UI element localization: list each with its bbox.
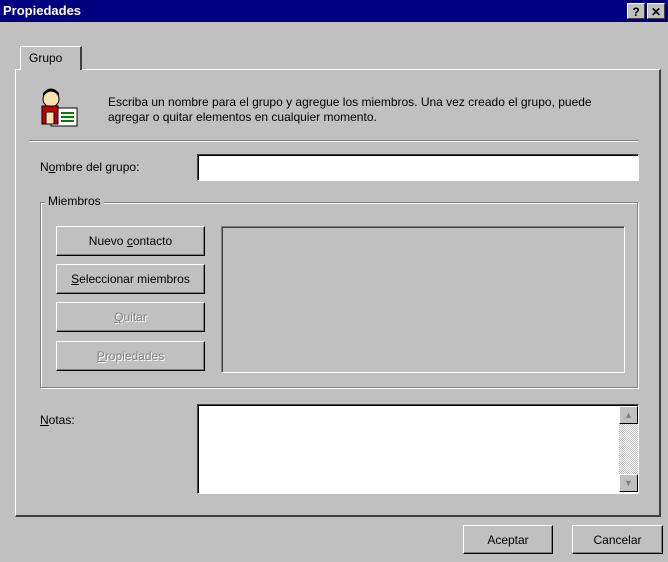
notes-scrollbar[interactable]: ▲ ▼ — [619, 406, 638, 492]
new-contact-button[interactable]: Nuevo contacto — [56, 226, 205, 256]
group-name-label: Nombre del grupo: — [40, 160, 140, 174]
group-name-input[interactable] — [197, 154, 639, 181]
tab-grupo[interactable]: Grupo — [20, 46, 82, 70]
cancel-button[interactable]: Cancelar — [572, 525, 663, 554]
separator — [29, 140, 639, 142]
members-list[interactable] — [221, 226, 625, 373]
intro-text: Escriba un nombre para el grupo y agregu… — [108, 95, 592, 124]
member-properties-button[interactable]: Propiedades — [56, 341, 205, 371]
scroll-up-icon[interactable]: ▲ — [619, 406, 638, 424]
ok-button[interactable]: Aceptar — [463, 525, 553, 554]
window-title: Propiedades — [3, 3, 82, 18]
close-button[interactable]: ✕ — [647, 3, 665, 19]
tab-label: Grupo — [29, 51, 63, 65]
title-bar: Propiedades ? ✕ — [0, 0, 668, 22]
select-members-button[interactable]: Seleccionar miembros — [56, 264, 205, 294]
scroll-down-icon[interactable]: ▼ — [619, 474, 638, 492]
contacts-group-icon — [41, 88, 78, 127]
members-legend: Miembros — [45, 194, 104, 208]
notes-label: Notas: — [40, 413, 75, 427]
notes-textarea[interactable] — [197, 404, 639, 494]
remove-button[interactable]: Quitar — [56, 302, 205, 332]
help-button[interactable]: ? — [627, 3, 645, 19]
